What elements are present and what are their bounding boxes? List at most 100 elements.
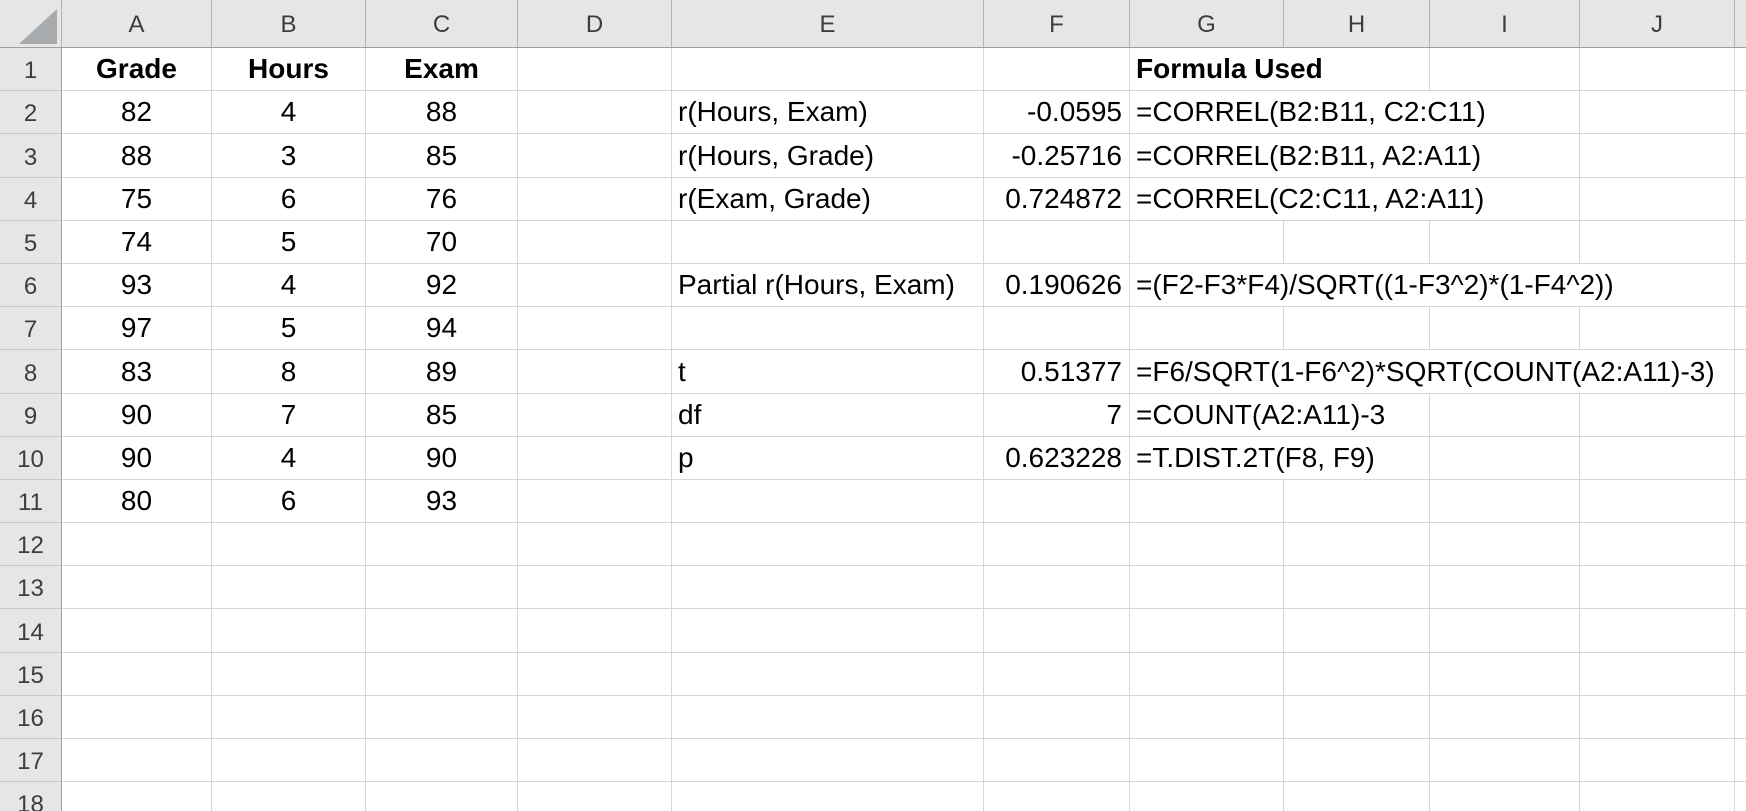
cell-C12[interactable]	[366, 523, 518, 567]
cell-H15[interactable]	[1284, 652, 1430, 696]
cell-D10[interactable]	[518, 436, 672, 480]
cell-K5[interactable]	[1735, 221, 1746, 264]
column-header-G[interactable]: G	[1130, 0, 1284, 47]
cell-B9[interactable]: 7	[212, 393, 366, 437]
cell-J7[interactable]	[1580, 307, 1735, 351]
cell-E11[interactable]	[672, 479, 984, 524]
cell-C17[interactable]	[366, 739, 518, 783]
column-header-A[interactable]: A	[62, 0, 212, 47]
cell-F3[interactable]: -0.25716	[984, 134, 1130, 178]
cell-A17[interactable]	[62, 739, 212, 783]
cell-C3[interactable]: 85	[366, 134, 518, 178]
cell-D11[interactable]	[518, 479, 672, 524]
cell-G4[interactable]: =CORREL(C2:C11, A2:A11)	[1130, 177, 1580, 221]
cell-A4[interactable]: 75	[62, 177, 212, 221]
cell-G11[interactable]	[1130, 479, 1284, 524]
column-header-C[interactable]: C	[366, 0, 518, 47]
column-header-E[interactable]: E	[672, 0, 984, 47]
cell-F8[interactable]: 0.51377	[984, 350, 1130, 394]
cell-H5[interactable]	[1284, 220, 1430, 264]
cell-B16[interactable]	[212, 695, 366, 739]
cell-K2[interactable]	[1735, 91, 1746, 135]
cell-J5[interactable]	[1580, 220, 1735, 264]
cell-D17[interactable]	[518, 739, 672, 783]
cell-K14[interactable]	[1735, 609, 1746, 653]
cell-B4[interactable]: 6	[212, 177, 366, 221]
cell-A8[interactable]: 83	[62, 350, 212, 394]
cell-A16[interactable]	[62, 695, 212, 739]
cell-I5[interactable]	[1430, 220, 1580, 264]
cell-H11[interactable]	[1284, 479, 1430, 524]
cell-A1[interactable]: Grade	[62, 48, 212, 92]
cell-F9[interactable]: 7	[984, 393, 1130, 437]
cell-J2[interactable]	[1580, 91, 1735, 135]
cell-C6[interactable]: 92	[366, 263, 518, 308]
cell-D13[interactable]	[518, 566, 672, 610]
cell-A7[interactable]: 97	[62, 307, 212, 351]
cell-J12[interactable]	[1580, 523, 1735, 567]
row-header-9[interactable]: 9	[0, 393, 62, 437]
cell-E6[interactable]: Partial r(Hours, Exam)	[672, 263, 984, 308]
cell-D2[interactable]	[518, 91, 672, 135]
cell-J10[interactable]	[1580, 436, 1735, 480]
cell-B18[interactable]	[212, 782, 366, 811]
cell-E10[interactable]: p	[672, 436, 984, 480]
row-header-10[interactable]: 10	[0, 436, 62, 480]
cell-K16[interactable]	[1735, 696, 1746, 739]
cell-F11[interactable]	[984, 479, 1130, 524]
column-header-B[interactable]: B	[212, 0, 366, 47]
cell-J15[interactable]	[1580, 652, 1735, 696]
cell-F1[interactable]	[984, 48, 1130, 92]
cell-A9[interactable]: 90	[62, 393, 212, 437]
cell-G17[interactable]	[1130, 739, 1284, 783]
cell-J18[interactable]	[1580, 782, 1735, 811]
cell-J14[interactable]	[1580, 609, 1735, 653]
row-header-11[interactable]: 11	[0, 479, 62, 524]
cell-B15[interactable]	[212, 652, 366, 696]
cell-F15[interactable]	[984, 652, 1130, 696]
cell-H18[interactable]	[1284, 782, 1430, 811]
cell-K4[interactable]	[1735, 178, 1746, 221]
cell-C13[interactable]	[366, 566, 518, 610]
cell-I13[interactable]	[1430, 566, 1580, 610]
cell-E9[interactable]: df	[672, 393, 984, 437]
cell-I11[interactable]	[1430, 479, 1580, 524]
cell-E18[interactable]	[672, 782, 984, 811]
cell-E5[interactable]	[672, 220, 984, 264]
cell-C9[interactable]: 85	[366, 393, 518, 437]
row-header-7[interactable]: 7	[0, 307, 62, 351]
row-header-18[interactable]: 18	[0, 782, 62, 811]
cell-F5[interactable]	[984, 220, 1130, 264]
cell-H12[interactable]	[1284, 523, 1430, 567]
cell-B17[interactable]	[212, 739, 366, 783]
cell-K6[interactable]	[1735, 264, 1746, 308]
row-header-14[interactable]: 14	[0, 609, 62, 653]
cell-A13[interactable]	[62, 566, 212, 610]
cell-C1[interactable]: Exam	[366, 48, 518, 92]
cell-G7[interactable]	[1130, 307, 1284, 351]
cell-G10[interactable]: =T.DIST.2T(F8, F9)	[1130, 436, 1430, 480]
cell-A14[interactable]	[62, 609, 212, 653]
cell-E3[interactable]: r(Hours, Grade)	[672, 134, 984, 178]
row-header-3[interactable]: 3	[0, 134, 62, 178]
row-header-1[interactable]: 1	[0, 48, 62, 92]
row-header-13[interactable]: 13	[0, 566, 62, 610]
cell-B12[interactable]	[212, 523, 366, 567]
cell-E8[interactable]: t	[672, 350, 984, 394]
cell-K15[interactable]	[1735, 653, 1746, 696]
row-header-15[interactable]: 15	[0, 652, 62, 696]
cell-F2[interactable]: -0.0595	[984, 91, 1130, 135]
cell-E15[interactable]	[672, 652, 984, 696]
cell-C15[interactable]	[366, 652, 518, 696]
select-all-button[interactable]	[0, 0, 62, 47]
cell-A10[interactable]: 90	[62, 436, 212, 480]
cell-E17[interactable]	[672, 739, 984, 783]
cell-B3[interactable]: 3	[212, 134, 366, 178]
cell-F7[interactable]	[984, 307, 1130, 351]
cell-I9[interactable]	[1430, 393, 1580, 437]
cell-C18[interactable]	[366, 782, 518, 811]
cell-G9[interactable]: =COUNT(A2:A11)-3	[1130, 393, 1430, 437]
cell-A11[interactable]: 80	[62, 479, 212, 524]
cell-D16[interactable]	[518, 695, 672, 739]
cell-K9[interactable]	[1735, 394, 1746, 437]
